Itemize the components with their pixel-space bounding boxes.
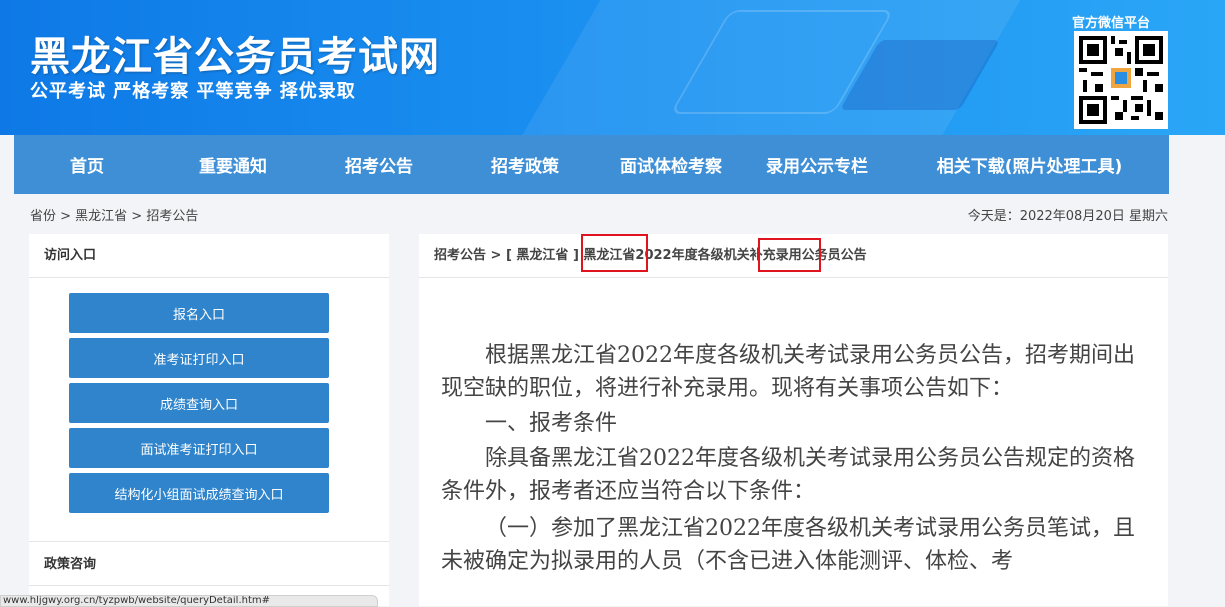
qr-code-icon [1079, 36, 1163, 124]
score-query-button[interactable]: 成绩查询入口 [69, 383, 329, 423]
nav-downloads[interactable]: 相关下载(照片处理工具) [890, 135, 1169, 194]
qr-label: 官方微信平台 [1072, 16, 1151, 31]
sidebar-policy-title: 政策咨询 [29, 541, 389, 586]
wechat-qr-code [1074, 31, 1168, 129]
nav-important-notices[interactable]: 重要通知 [160, 135, 306, 194]
nav-hiring-publicity[interactable]: 录用公示专栏 [744, 135, 890, 194]
registration-button[interactable]: 报名入口 [69, 293, 329, 333]
nav-recruitment-policy[interactable]: 招考政策 [452, 135, 598, 194]
nav-recruitment-announcements[interactable]: 招考公告 [306, 135, 452, 194]
site-slogan: 公平考试 严格考察 平等竞争 择优录取 [30, 81, 356, 102]
site-header: 黑龙江省公务员考试网 公平考试 严格考察 平等竞争 择优录取 官方微信平台 [0, 0, 1225, 135]
article-body: 根据黑龙江省2022年度各级机关考试录用公务员公告，招考期间出现空缺的职位，将进… [441, 339, 1141, 578]
article-panel: 招考公告 > [ 黑龙江省 ] 黑龙江省2022年度各级机关补充录用公务员公告 … [419, 234, 1168, 606]
article-paragraph: 根据黑龙江省2022年度各级机关考试录用公务员公告，招考期间出现空缺的职位，将进… [441, 343, 1135, 401]
current-date: 今天是：2022年08月20日 星期六 [967, 209, 1168, 224]
admission-ticket-print-button[interactable]: 准考证打印入口 [69, 338, 329, 378]
interview-ticket-print-button[interactable]: 面试准考证打印入口 [69, 428, 329, 468]
highlight-box [758, 238, 821, 272]
sidebar-access-title: 访问入口 [29, 234, 389, 278]
nav-interview-exam[interactable]: 面试体检考察 [598, 135, 744, 194]
main-nav: 首页 重要通知 招考公告 招考政策 面试体检考察 录用公示专栏 相关下载(照片处… [14, 135, 1169, 194]
article-paragraph: 除具备黑龙江省2022年度各级机关考试录用公务员公告规定的资格条件外，报考者还应… [441, 446, 1135, 504]
section-heading: 一、报考条件 [485, 411, 618, 436]
nav-home[interactable]: 首页 [14, 135, 160, 194]
group-interview-score-query-button[interactable]: 结构化小组面试成绩查询入口 [69, 473, 329, 513]
status-url: www.hljgwy.org.cn/tyzpwb/website/queryDe… [0, 595, 378, 607]
highlight-box [581, 234, 648, 272]
article-paragraph: （一）参加了黑龙江省2022年度各级机关考试录用公务员笔试，且未被确定为拟录用的… [441, 516, 1135, 574]
site-title[interactable]: 黑龙江省公务员考试网 [30, 24, 440, 82]
breadcrumb[interactable]: 省份 > 黑龙江省 > 招考公告 [30, 205, 198, 224]
sidebar: 访问入口 报名入口 准考证打印入口 成绩查询入口 面试准考证打印入口 结构化小组… [29, 234, 389, 606]
